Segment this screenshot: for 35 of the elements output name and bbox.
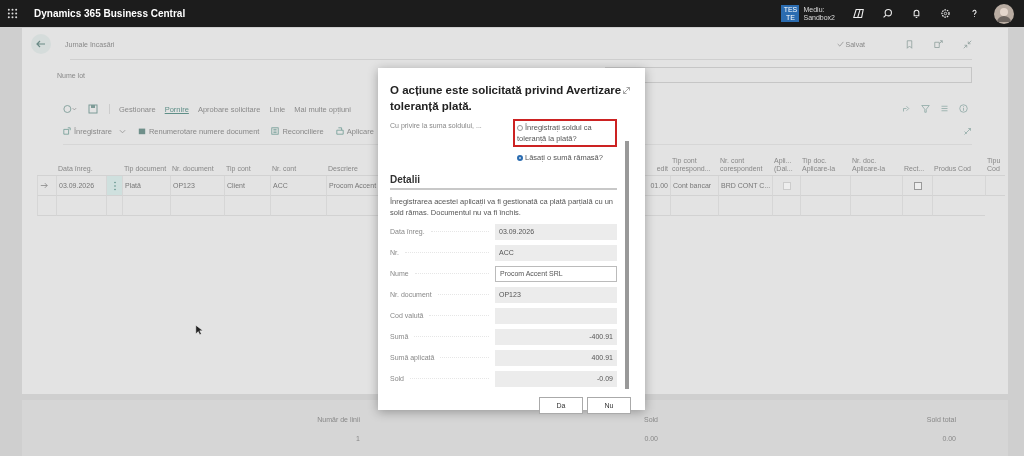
checkbox[interactable] [913,181,922,190]
filter-icon[interactable] [921,104,930,113]
checkbox[interactable] [782,181,791,190]
search-icon[interactable] [882,8,893,19]
document-icon [63,127,71,135]
dialog-title: O acțiune este solicitată privind Avertizare toleranță plată. [390,83,622,114]
app-launcher-icon[interactable] [7,8,18,19]
scrollbar[interactable] [625,141,629,389]
row-menu-button[interactable] [106,176,122,196]
section-heading: Detalii [390,174,617,190]
arrow-icon [40,182,48,189]
list-icon [271,127,280,135]
info-icon[interactable] [959,104,968,113]
card-icon [137,127,146,135]
list-icon[interactable] [940,104,949,113]
bell-icon[interactable] [911,8,922,19]
expand-icon[interactable] [622,86,631,95]
checkmark-icon [836,41,844,47]
back-button[interactable] [31,34,51,54]
collapse-icon[interactable] [963,39,972,49]
help-icon[interactable] [969,8,980,19]
bag-icon [335,127,344,135]
save-view-icon[interactable] [86,104,100,114]
settings-icon[interactable] [940,8,951,19]
radio-button[interactable] [517,155,523,161]
caret-icon [118,128,126,134]
share-icon[interactable] [902,104,911,113]
app-title: Dynamics 365 Business Central [34,8,186,19]
mouse-pointer-icon [195,324,203,336]
edit-mode-icon[interactable] [63,104,77,114]
batch-name-field[interactable] [605,67,972,83]
user-avatar[interactable] [994,3,1014,24]
vertical-dots-icon [113,180,116,191]
bookmark-icon[interactable] [905,39,914,49]
open-new-window-icon[interactable] [934,39,943,49]
